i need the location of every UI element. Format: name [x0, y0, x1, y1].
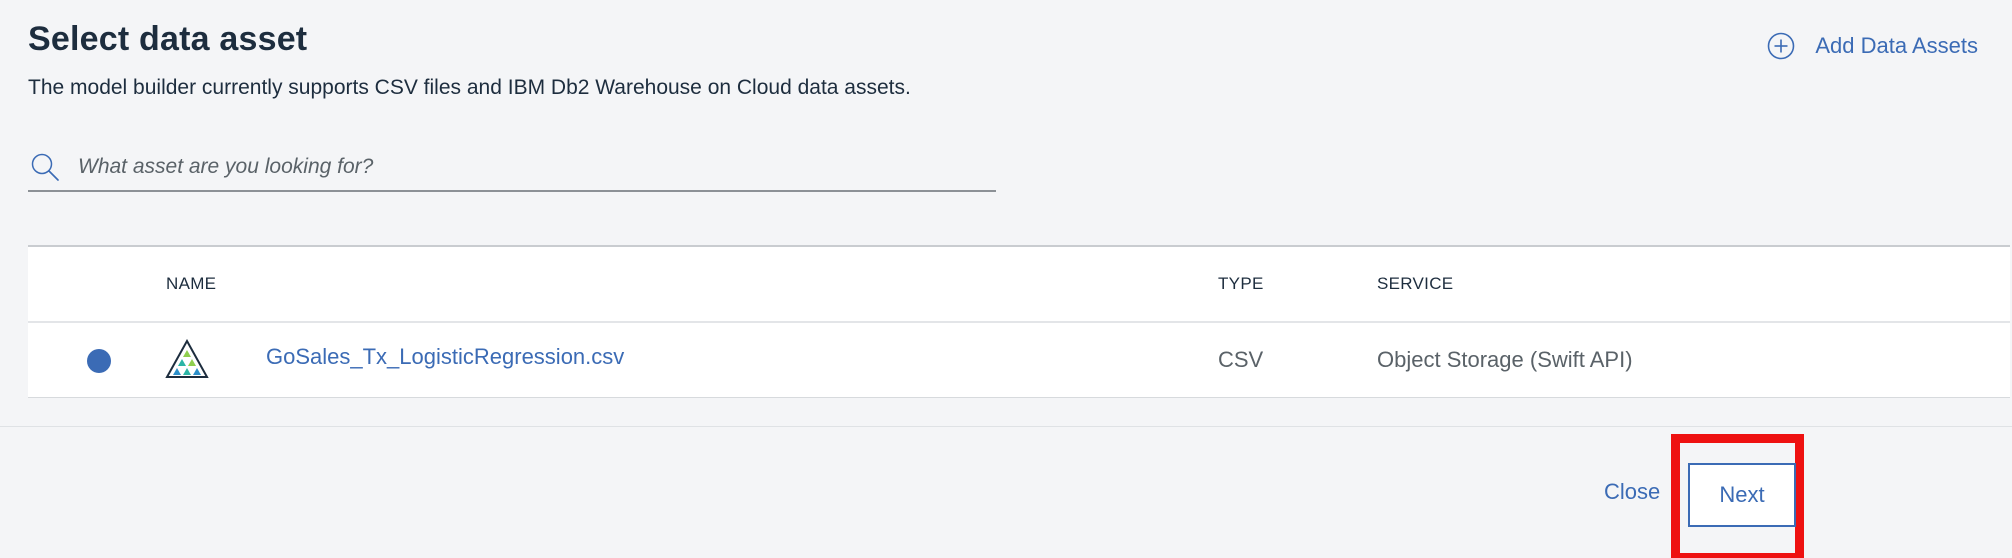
asset-name-link[interactable]: GoSales_Tx_LogisticRegression.csv	[266, 323, 624, 397]
search-input[interactable]	[78, 155, 958, 179]
dataset-triangle-icon	[165, 339, 209, 378]
table-row[interactable]: GoSales_Tx_LogisticRegression.csv CSV Ob…	[28, 323, 2010, 397]
column-header-service[interactable]: SERVICE	[1377, 247, 1453, 321]
select-data-asset-dialog: Select data asset The model builder curr…	[0, 0, 2012, 558]
table-header: NAME TYPE SERVICE	[28, 247, 2010, 323]
search-icon	[31, 153, 59, 181]
plus-circle-icon	[1768, 32, 1795, 60]
add-data-assets-button[interactable]: Add Data Assets	[1767, 32, 1978, 60]
add-data-assets-label: Add Data Assets	[1815, 33, 1978, 58]
row-select-radio[interactable]	[87, 349, 111, 373]
footer-divider	[0, 426, 2012, 427]
asset-type: CSV	[1218, 347, 1264, 372]
asset-service: Object Storage (Swift API)	[1377, 347, 1633, 372]
page-subtitle: The model builder currently supports CSV…	[28, 76, 911, 99]
data-asset-table: NAME TYPE SERVICE GoSales_Tx_LogisticReg…	[28, 245, 2010, 398]
column-header-type[interactable]: TYPE	[1218, 247, 1264, 321]
close-button[interactable]: Close	[1604, 479, 1660, 505]
search-bar	[28, 144, 996, 192]
next-button[interactable]: Next	[1688, 463, 1796, 527]
page-title: Select data asset	[28, 20, 308, 58]
column-header-name[interactable]: NAME	[166, 247, 216, 321]
